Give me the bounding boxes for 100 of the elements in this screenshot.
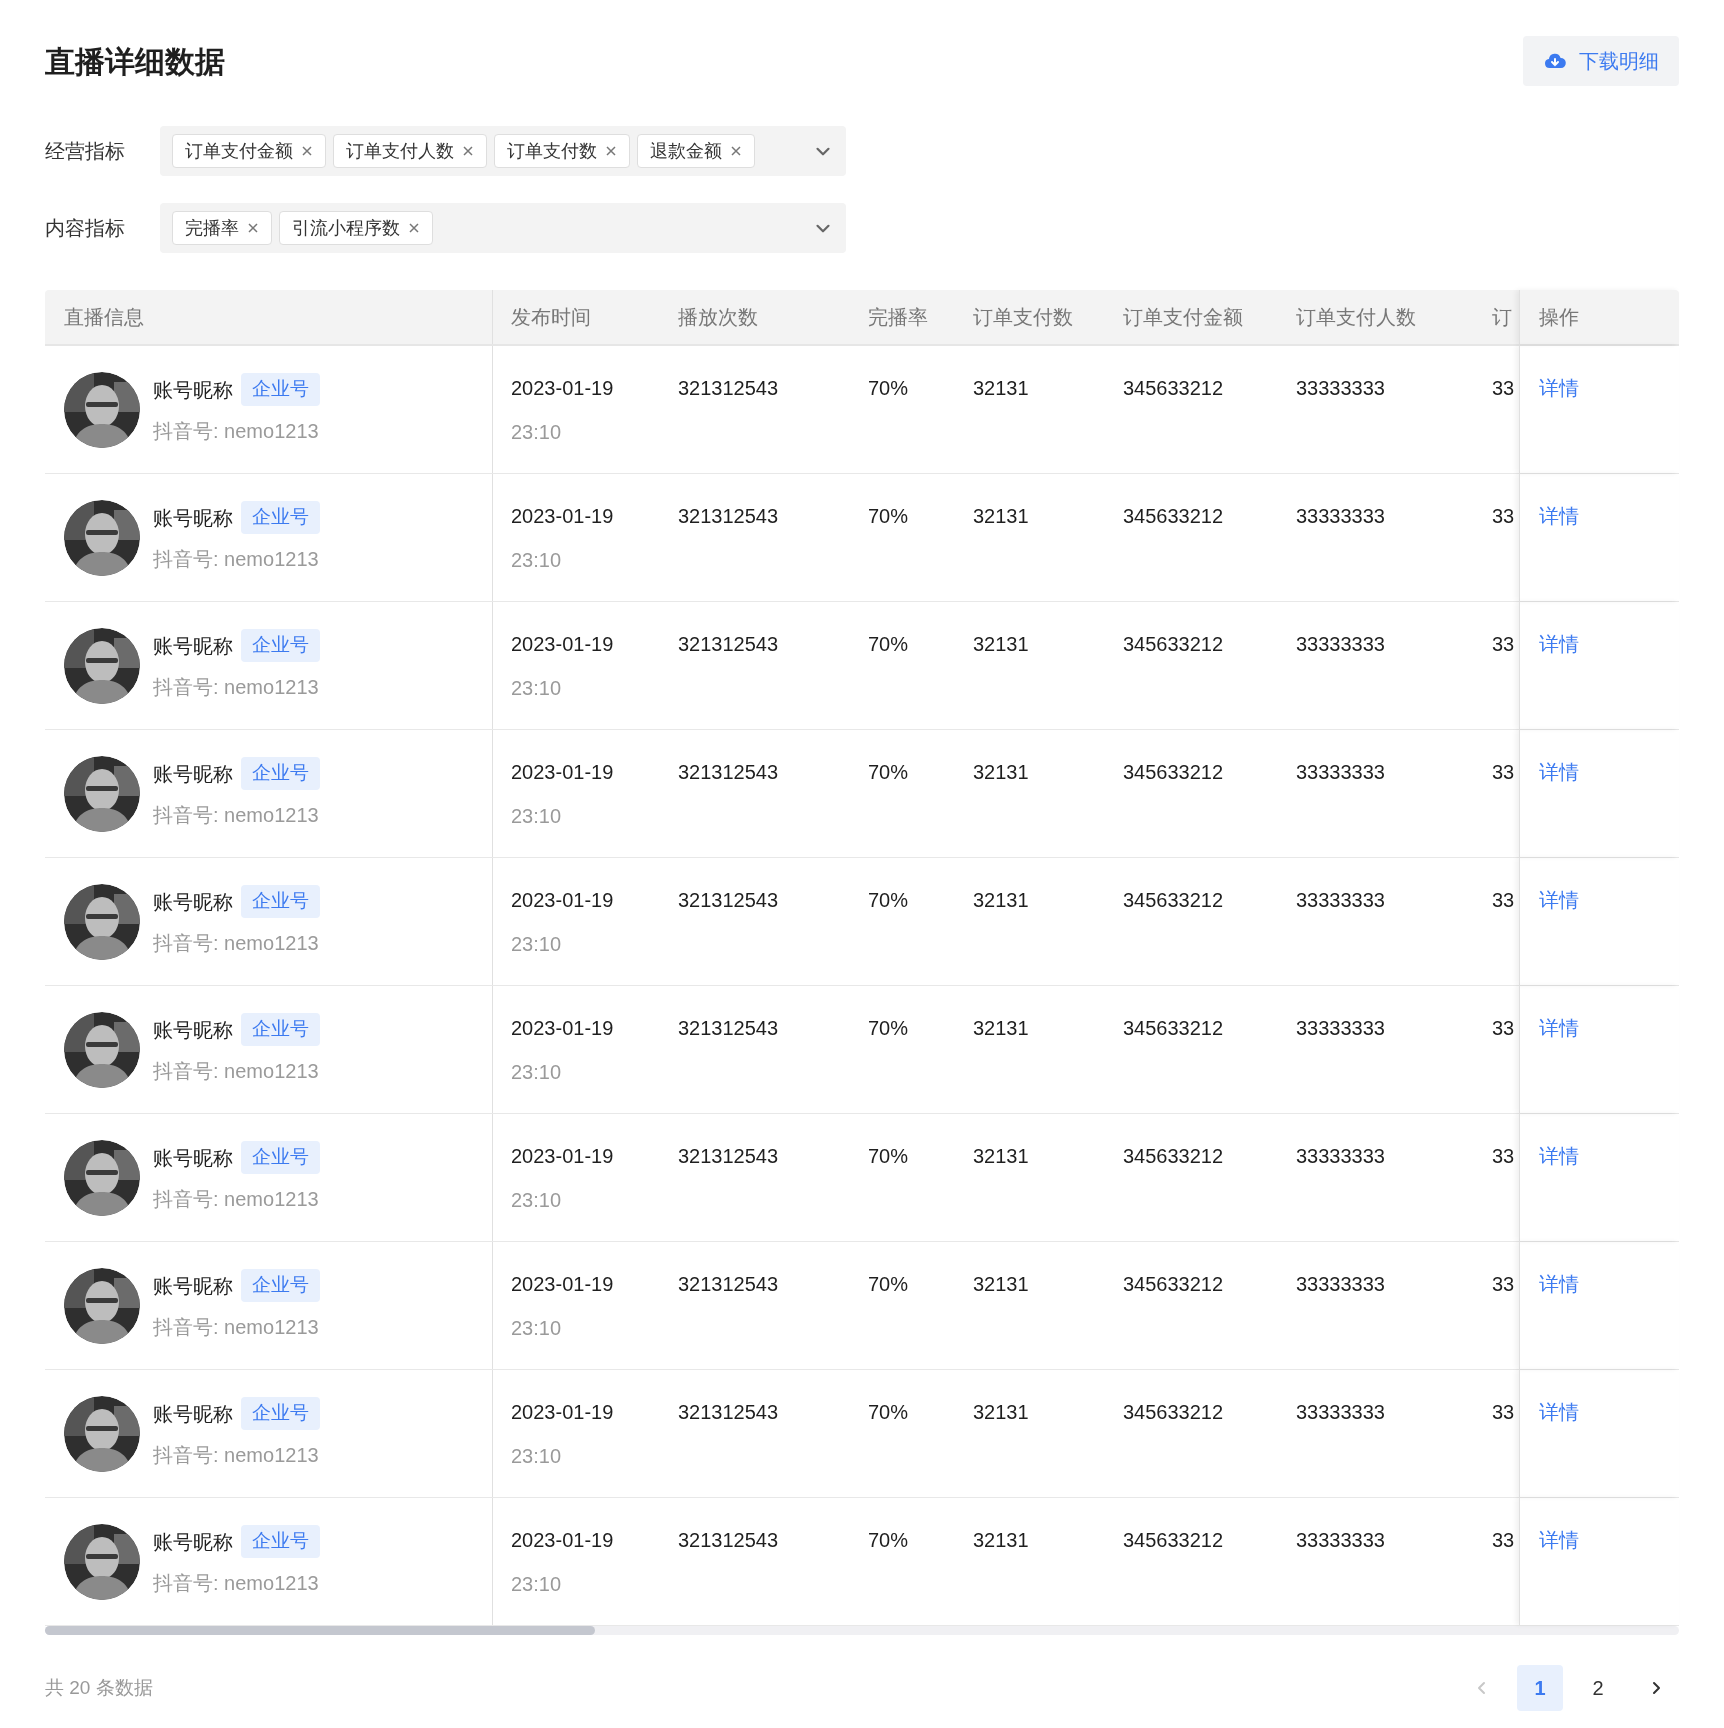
table-cell: 33333333 [1296,889,1385,911]
table-cell-text: 23:10 [511,1316,562,1341]
table-cell: 33 [1492,1401,1515,1423]
table-cell: 70% [868,889,909,911]
account-id: 抖音号: nemo1213 [153,1570,320,1596]
close-icon[interactable] [247,222,259,234]
table-cell: 33333333 [1296,1017,1385,1039]
table-cell: 345633212 [1123,1017,1224,1039]
table-cell: 345633212 [1123,377,1224,399]
details-link[interactable]: 详情 [1539,761,1579,783]
table-cell: 321312543 [678,761,779,783]
table-cell: 345633212 [1123,633,1224,655]
close-icon[interactable] [730,145,742,157]
column-header: 直播信息 [64,305,144,330]
account-id: 抖音号: nemo1213 [153,930,320,956]
table-cell: 70% [868,1401,909,1423]
account-id: 抖音号: nemo1213 [153,1186,320,1212]
close-icon[interactable] [408,222,420,234]
table-cell-text: 23:10 [511,932,562,957]
filter-label: 内容指标 [45,216,126,241]
table-cell: 321312543 [678,377,779,399]
tag-label: 退款金额 [650,139,722,163]
table-cell: 33 [1492,1017,1515,1039]
total-count: 共 20 条数据 [45,1675,153,1700]
page-button[interactable]: 1 [1517,1665,1563,1711]
account-type-badge: 企业号 [241,501,320,534]
table-cell: 32131 [973,1273,1029,1295]
account-type-badge: 企业号 [241,1013,320,1046]
table-cell: 321312543 [678,1401,779,1423]
column-header: 订单支付人数 [1296,305,1416,330]
table-cell: 33333333 [1296,1145,1385,1167]
table-cell: 33 [1492,1529,1515,1551]
multi-select[interactable]: 订单支付金额 订单支付人数 订单支付数 退款金额 [160,126,846,176]
account-id: 抖音号: nemo1213 [153,1058,320,1084]
table-cell: 32131 [973,505,1029,527]
tag-label: 订单支付金额 [185,139,293,163]
details-link[interactable]: 详情 [1539,1401,1579,1423]
column-header: 订 [1492,305,1512,330]
download-button[interactable]: 下载明细 [1523,36,1679,86]
table-cell-text: 23:10 [511,1444,562,1469]
table-cell: 70% [868,633,909,655]
details-link[interactable]: 详情 [1539,1017,1579,1039]
account-type-badge: 企业号 [241,629,320,662]
table-cell-text: 2023-01-19 [511,1528,614,1553]
table-cell-text: 23:10 [511,548,562,573]
multi-select[interactable]: 完播率 引流小程序数 [160,203,846,253]
close-icon[interactable] [605,145,617,157]
account-id: 抖音号: nemo1213 [153,546,320,572]
account-nickname: 账号昵称 [153,889,233,915]
page-button[interactable]: 2 [1575,1665,1621,1711]
table-cell: 345633212 [1123,1401,1224,1423]
table-cell: 321312543 [678,889,779,911]
account-type-badge: 企业号 [241,1269,320,1302]
table-cell-text: 2023-01-19 [511,632,614,657]
table-cell: 321312543 [678,1529,779,1551]
table-cell-text: 23:10 [511,676,562,701]
table-cell: 321312543 [678,1017,779,1039]
table-cell: 345633212 [1123,761,1224,783]
table-cell: 345633212 [1123,1529,1224,1551]
account-nickname: 账号昵称 [153,761,233,787]
details-link[interactable]: 详情 [1539,633,1579,655]
table-cell: 33 [1492,1273,1515,1295]
horizontal-scrollbar[interactable] [45,1626,1679,1635]
table-cell: 33333333 [1296,1273,1385,1295]
table-cell: 33333333 [1296,377,1385,399]
table-cell: 70% [868,1529,909,1551]
table-cell: 32131 [973,633,1029,655]
table-cell: 33 [1492,1145,1515,1167]
details-link[interactable]: 详情 [1539,1529,1579,1551]
table-cell: 321312543 [678,633,779,655]
details-link[interactable]: 详情 [1539,1145,1579,1167]
details-link[interactable]: 详情 [1539,1273,1579,1295]
table-cell: 32131 [973,1529,1029,1551]
tag-label: 引流小程序数 [292,216,400,240]
table-cell-text: 2023-01-19 [511,504,614,529]
details-link[interactable]: 详情 [1539,505,1579,527]
table-cell-text: 23:10 [511,420,562,445]
table-cell-text: 2023-01-19 [511,376,614,401]
account-type-badge: 企业号 [241,885,320,918]
table-cell: 321312543 [678,505,779,527]
column-header: 订单支付金额 [1123,305,1243,330]
close-icon[interactable] [301,145,313,157]
column-header: 播放次数 [678,305,758,330]
column-header: 操作 [1539,305,1579,330]
table-cell: 33333333 [1296,761,1385,783]
details-link[interactable]: 详情 [1539,377,1579,399]
table-cell: 33 [1492,505,1515,527]
table-cell: 33 [1492,889,1515,911]
account-nickname: 账号昵称 [153,1401,233,1427]
table-cell: 33 [1492,633,1515,655]
table-cell-text: 2023-01-19 [511,888,614,913]
account-type-badge: 企业号 [241,1397,320,1430]
details-link[interactable]: 详情 [1539,889,1579,911]
table-cell: 345633212 [1123,889,1224,911]
account-nickname: 账号昵称 [153,1017,233,1043]
close-icon[interactable] [462,145,474,157]
tag-label: 订单支付人数 [346,139,454,163]
table-cell-text: 2023-01-19 [511,1272,614,1297]
table-cell: 321312543 [678,1145,779,1167]
tag-label: 完播率 [185,216,239,240]
